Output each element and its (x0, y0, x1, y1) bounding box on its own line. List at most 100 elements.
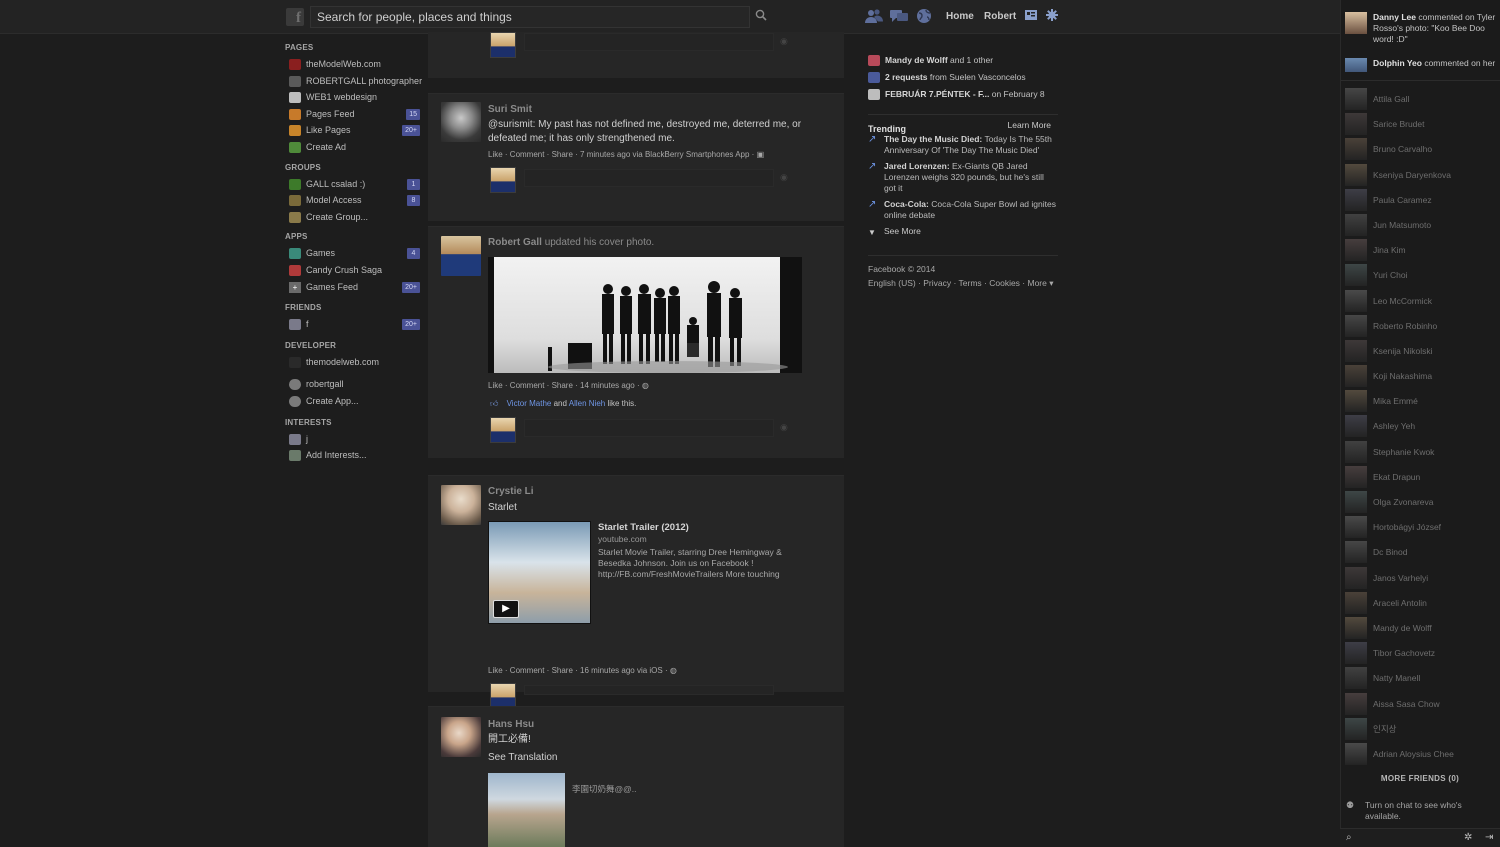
nav-app-games[interactable]: Games 4 (285, 245, 420, 262)
chat-friend-item[interactable]: Roberto Robinho (1345, 314, 1499, 339)
comment-input[interactable] (524, 685, 774, 695)
chat-friend-item[interactable]: Attila Gall (1345, 87, 1499, 112)
friend-name[interactable]: Janos Varhelyi (1373, 573, 1428, 583)
chat-friend-item[interactable]: Stephanie Kwok (1345, 440, 1499, 465)
ticker-item[interactable]: Danny Lee commented on Tyler Rosso's pho… (1345, 12, 1499, 45)
author-name[interactable]: Suri Smit (488, 104, 532, 115)
nav-page-robertgall[interactable]: ROBERTGALL photographer (285, 73, 422, 90)
friend-name[interactable]: 인지상 (1373, 724, 1396, 734)
chat-friend-item[interactable]: Aissa Sasa Chow (1345, 692, 1499, 717)
chat-friend-item[interactable]: Kseniya Daryenkova (1345, 163, 1499, 188)
search-icon[interactable] (750, 6, 772, 28)
friend-name[interactable]: Jun Matsumoto (1373, 220, 1431, 230)
nav-create-ad[interactable]: Create Ad (285, 139, 420, 156)
chat-options-gear-icon[interactable]: ✲ (1464, 832, 1472, 843)
facebook-logo-icon[interactable]: f (286, 8, 304, 26)
chat-friend-item[interactable]: Mika Emmé (1345, 389, 1499, 414)
chat-friend-item[interactable]: Olga Zvonareva (1345, 490, 1499, 515)
event-reminder[interactable]: FEBRUÁR 7.PÉNTEK - F... on February 8 (868, 88, 1058, 105)
cover-photo[interactable] (488, 257, 802, 373)
nav-page-web1[interactable]: WEB1 webdesign (285, 89, 420, 106)
nav-friend-list-f[interactable]: f 20+ (285, 316, 420, 333)
birthday-reminder[interactable]: Mandy de Wolff and 1 other (868, 54, 1058, 71)
privacy-shortcuts-icon[interactable] (1025, 10, 1037, 23)
chat-friend-item[interactable]: Bruno Carvalho (1345, 137, 1499, 162)
author-avatar[interactable] (441, 102, 481, 142)
friend-name[interactable]: Olga Zvonareva (1373, 497, 1433, 507)
camera-icon[interactable]: ◉ (780, 172, 788, 183)
camera-icon[interactable]: ◉ (780, 36, 788, 47)
nav-interest-j[interactable]: j (285, 431, 420, 448)
friend-name[interactable]: Paula Caramez (1373, 195, 1432, 205)
friend-requests-icon[interactable] (864, 8, 884, 26)
profile-link[interactable]: Robert (984, 11, 1016, 22)
chat-search-icon[interactable]: ⌕ (1346, 832, 1352, 843)
see-more-link[interactable]: ▼ See More (868, 226, 1058, 237)
nav-create-group[interactable]: Create Group... (285, 209, 420, 226)
nav-dev-robertgall[interactable]: robertgall (285, 376, 420, 393)
friend-name[interactable]: Tibor Gachovetz (1373, 648, 1435, 658)
friend-name[interactable]: Adrian Aloysius Chee (1373, 749, 1454, 759)
chat-friend-item[interactable]: Yuri Choi (1345, 263, 1499, 288)
ticker-name[interactable]: Dolphin Yeo (1373, 58, 1422, 68)
chat-friend-item[interactable]: Dc Binod (1345, 540, 1499, 565)
author-name[interactable]: Robert Gall updated his cover photo. (488, 237, 654, 248)
nav-app-candy-crush[interactable]: Candy Crush Saga (285, 262, 420, 279)
author-name-text[interactable]: Robert Gall (488, 237, 542, 248)
nav-create-app[interactable]: Create App... (285, 393, 420, 410)
friend-name[interactable]: Mandy de Wolff (1373, 623, 1432, 633)
chat-friend-item[interactable]: Paula Caramez (1345, 188, 1499, 213)
chat-friend-item[interactable]: Natty Manell (1345, 666, 1499, 691)
friend-name[interactable]: Araceli Antolin (1373, 598, 1427, 608)
search-input[interactable]: Search for people, places and things (310, 6, 750, 28)
friend-name[interactable]: Sarice Brudet (1373, 119, 1425, 129)
chat-friend-item[interactable]: 인지상 (1345, 717, 1499, 742)
author-avatar[interactable] (441, 485, 481, 525)
friend-name[interactable]: Bruno Carvalho (1373, 144, 1432, 154)
author-name[interactable]: Hans Hsu (488, 719, 534, 730)
friend-name[interactable]: Ashley Yeh (1373, 421, 1415, 431)
chat-off-notice[interactable]: ⚉ Turn on chat to see who's available. (1346, 800, 1496, 822)
friend-name[interactable]: Attila Gall (1373, 94, 1409, 104)
reminder-bold[interactable]: Mandy de Wolff (885, 55, 948, 65)
trend-title[interactable]: Jared Lorenzen: (884, 161, 950, 171)
nav-group-gall-csalad[interactable]: GALL csalad :) 1 (285, 176, 420, 193)
friend-name[interactable]: Ekat Drapun (1373, 472, 1420, 482)
reminder-bold[interactable]: 2 requests (885, 72, 928, 82)
nav-dev-themodelweb[interactable]: themodelweb.com (285, 354, 420, 371)
author-avatar[interactable] (441, 717, 481, 757)
actions-text[interactable]: Like · Comment · Share · 7 minutes ago v… (488, 150, 754, 159)
chat-friend-item[interactable]: Tibor Gachovetz (1345, 641, 1499, 666)
ticker-item[interactable]: Dolphin Yeo commented on her (1345, 58, 1499, 72)
chat-friend-item[interactable]: Araceli Antolin (1345, 591, 1499, 616)
globe-audience-icon[interactable]: ◍ (642, 381, 649, 390)
friend-name[interactable]: Koji Nakashima (1373, 371, 1432, 381)
author-avatar[interactable] (441, 236, 481, 276)
trend-item[interactable]: ↗ Coca-Cola: Coca-Cola Super Bowl ad igni… (868, 199, 1058, 221)
actions-text[interactable]: Like · Comment · Share · 14 minutes ago … (488, 381, 640, 390)
notifications-globe-icon[interactable] (914, 8, 934, 26)
post-actions[interactable]: Like · Comment · Share · 16 minutes ago … (488, 665, 677, 677)
friend-name[interactable]: Mika Emmé (1373, 396, 1418, 406)
audience-icon[interactable]: ▣ (757, 150, 765, 159)
video-thumbnail[interactable]: ▶ (488, 521, 591, 624)
nav-group-model-access[interactable]: Model Access 8 (285, 192, 420, 209)
chat-friend-item[interactable]: Mandy de Wolff (1345, 616, 1499, 641)
ticker-name[interactable]: Danny Lee (1373, 12, 1416, 22)
chat-friend-item[interactable]: Jun Matsumoto (1345, 213, 1499, 238)
requests-reminder[interactable]: 2 requests from Suelen Vasconcelos (868, 71, 1058, 88)
chat-popout-icon[interactable]: ⇥ (1485, 832, 1493, 843)
messages-icon[interactable] (889, 8, 909, 26)
author-name[interactable]: Crystie Li (488, 486, 534, 497)
trend-title[interactable]: The Day the Music Died: (884, 134, 982, 144)
chat-friend-item[interactable]: Adrian Aloysius Chee (1345, 742, 1499, 767)
nav-page-themodelweb[interactable]: theModelWeb.com (285, 56, 420, 73)
friend-name[interactable]: Roberto Robinho (1373, 321, 1437, 331)
reminder-bold[interactable]: FEBRUÁR 7.PÉNTEK - F... (885, 89, 989, 99)
photo-thumbnail[interactable] (488, 773, 565, 847)
chat-friend-item[interactable]: Hortobágyi József (1345, 515, 1499, 540)
more-friends-link[interactable]: MORE FRIENDS (0) (1340, 774, 1500, 783)
friend-name[interactable]: Hortobágyi József (1373, 522, 1441, 532)
nav-app-games-feed[interactable]: + Games Feed 20+ (285, 279, 420, 296)
friend-name[interactable]: Leo McCormick (1373, 296, 1432, 306)
